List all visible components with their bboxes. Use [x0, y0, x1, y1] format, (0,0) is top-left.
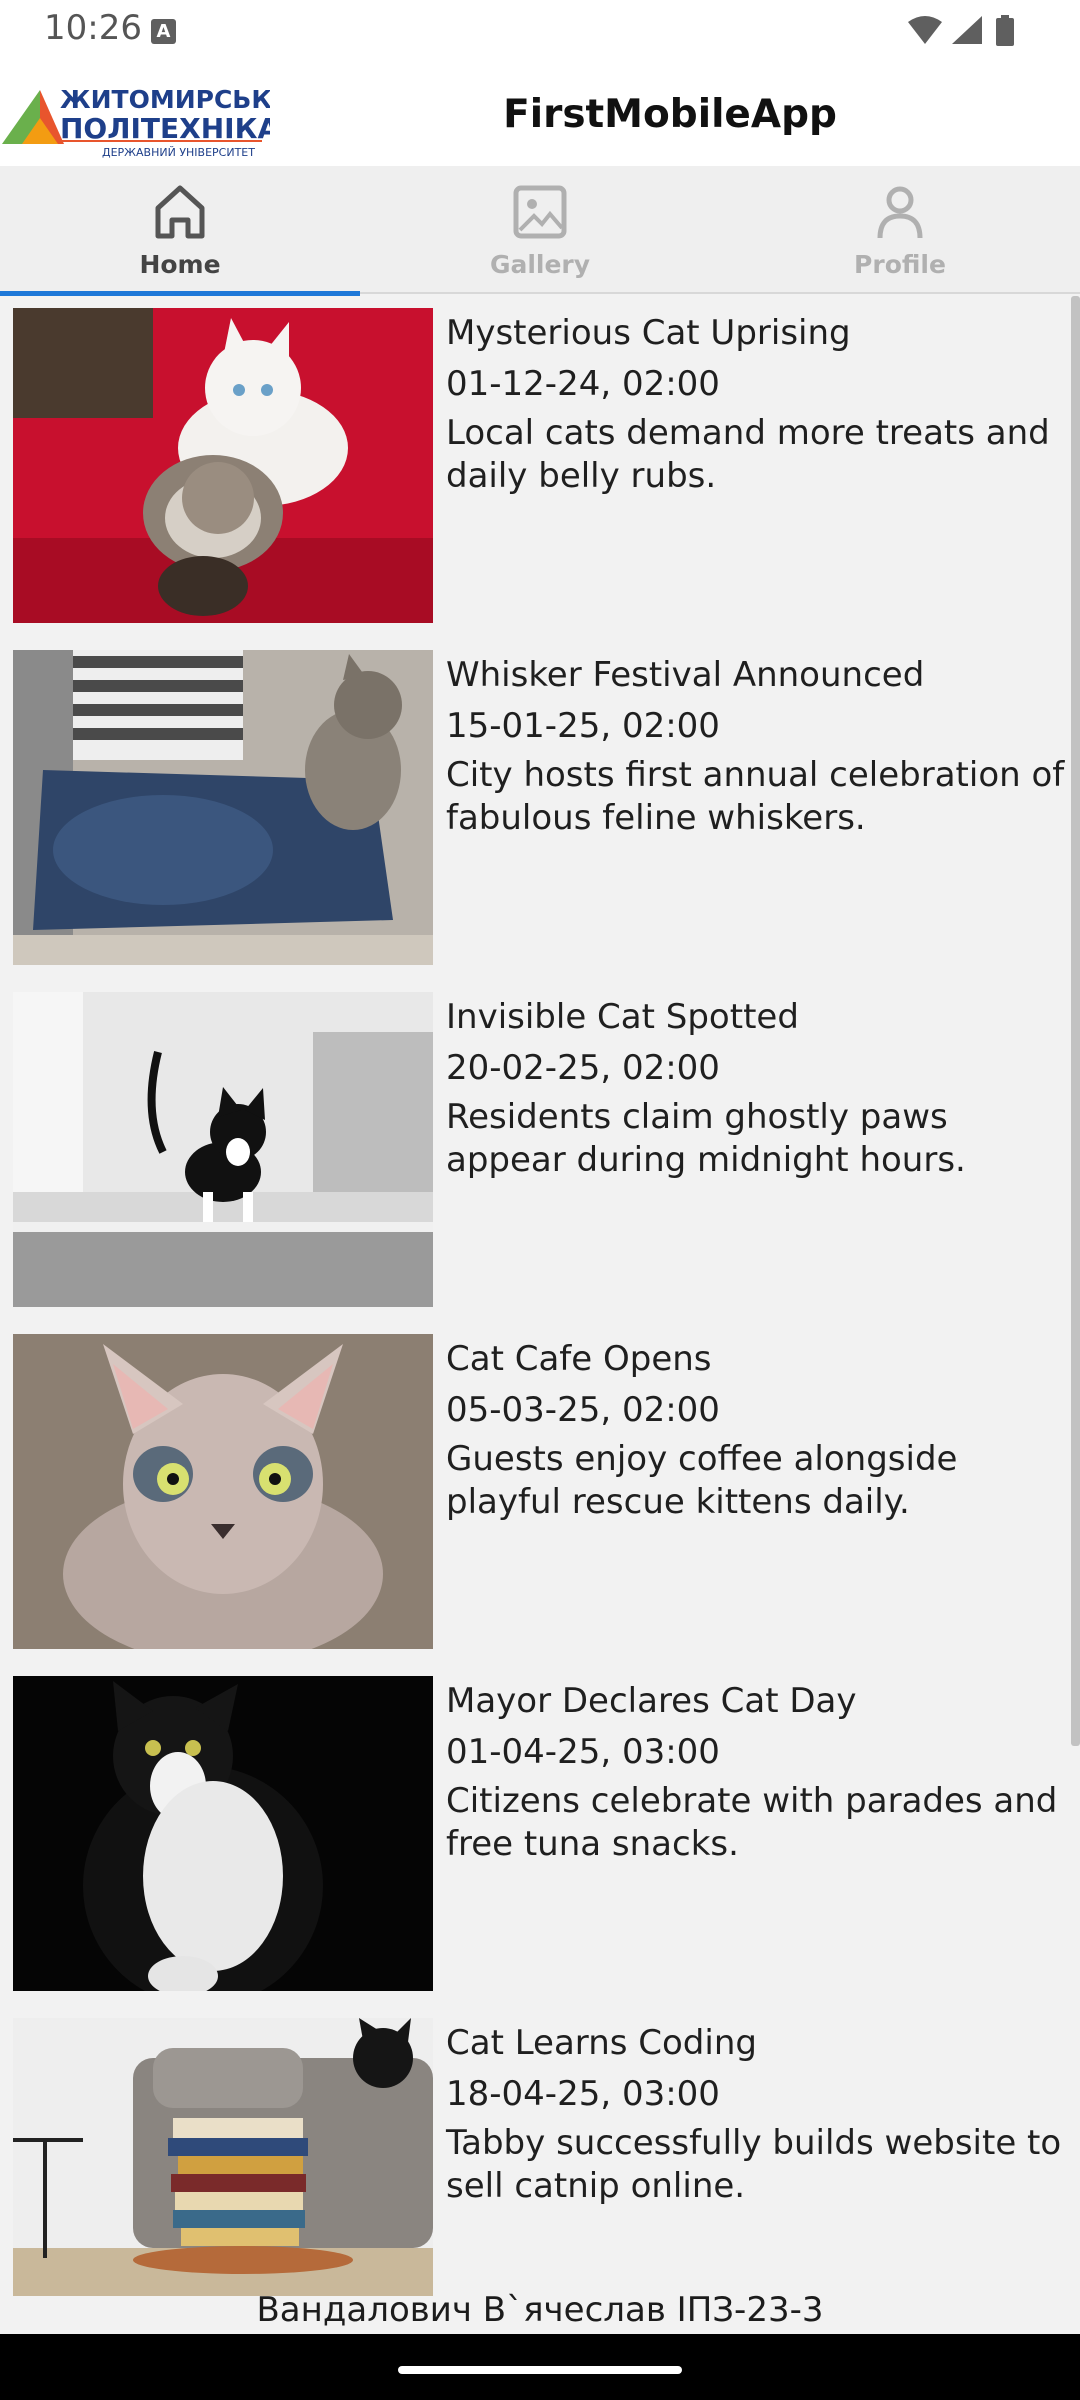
news-title: Mayor Declares Cat Day — [446, 1681, 857, 1721]
news-image — [13, 992, 433, 1307]
wifi-icon — [908, 16, 942, 44]
news-date: 01-04-25, 03:00 — [446, 1732, 720, 1772]
news-item[interactable]: Mysterious Cat Uprising 01-12-24, 02:00 … — [13, 296, 1068, 623]
home-icon — [155, 185, 205, 239]
app-title: FirstMobileApp — [503, 92, 837, 137]
news-date: 05-03-25, 02:00 — [446, 1390, 720, 1430]
news-description: Tabby successfully builds website to sel… — [446, 2123, 1062, 2206]
person-icon — [877, 186, 923, 239]
tab-home-label: Home — [139, 250, 221, 279]
tab-home[interactable]: Home — [0, 166, 360, 296]
image-icon — [513, 185, 567, 239]
news-item[interactable]: Invisible Cat Spotted 20-02-25, 02:00 Re… — [13, 980, 1068, 1307]
system-nav-bar — [0, 2334, 1080, 2400]
news-description: Local cats demand more treats and daily … — [446, 413, 1050, 496]
news-item[interactable]: Cat Cafe Opens 05-03-25, 02:00 Guests en… — [13, 1322, 1068, 1649]
tab-bar: Home Gallery Profile — [0, 166, 1080, 296]
news-title: Mysterious Cat Uprising — [446, 313, 851, 353]
news-title: Cat Learns Coding — [446, 2023, 757, 2063]
news-title: Invisible Cat Spotted — [446, 997, 799, 1037]
home-gesture-handle[interactable] — [398, 2366, 682, 2374]
news-description: Guests enjoy coffee alongside playful re… — [446, 1439, 958, 1522]
status-icons — [908, 15, 1014, 46]
battery-icon — [996, 15, 1014, 46]
news-date: 20-02-25, 02:00 — [446, 1048, 720, 1088]
news-item[interactable]: Whisker Festival Announced 15-01-25, 02:… — [13, 638, 1068, 965]
tab-gallery-label: Gallery — [489, 250, 591, 279]
news-description: City hosts first annual celebration of f… — [446, 755, 1065, 838]
news-date: 01-12-24, 02:00 — [446, 364, 720, 404]
tab-gallery[interactable]: Gallery — [360, 166, 720, 294]
news-description: Residents claim ghostly paws appear duri… — [446, 1097, 966, 1180]
list-scrollbar[interactable] — [1071, 296, 1080, 1746]
tab-profile[interactable]: Profile — [720, 166, 1080, 294]
app-header: ЖИТОМИРСЬКА ПОЛІТЕХНІКА ДЕРЖАВНИЙ УНІВЕР… — [0, 62, 1080, 166]
notification-icon: A — [151, 19, 176, 44]
news-image — [13, 308, 433, 623]
svg-text:ДЕРЖАВНИЙ УНІВЕРСИТЕТ: ДЕРЖАВНИЙ УНІВЕРСИТЕТ — [102, 146, 255, 159]
status-time: 10:26 — [44, 8, 142, 48]
news-title: Cat Cafe Opens — [446, 1339, 712, 1379]
news-image — [13, 2018, 433, 2296]
news-list[interactable]: Mysterious Cat Uprising 01-12-24, 02:00 … — [0, 296, 1068, 2296]
news-title: Whisker Festival Announced — [446, 655, 925, 695]
news-description: Citizens celebrate with parades and free… — [446, 1781, 1058, 1864]
news-image — [13, 1676, 433, 1991]
news-date: 18-04-25, 03:00 — [446, 2074, 720, 2114]
tab-profile-label: Profile — [854, 250, 946, 279]
news-date: 15-01-25, 02:00 — [446, 706, 720, 746]
news-image — [13, 1334, 433, 1649]
signal-icon — [952, 16, 982, 44]
news-item[interactable]: Cat Learns Coding 18-04-25, 03:00 Tabby … — [13, 2006, 1068, 2296]
news-item[interactable]: Mayor Declares Cat Day 01-04-25, 03:00 C… — [13, 1664, 1068, 1991]
author-label: Вандалович В`ячеслав ІПЗ-23-3 — [256, 2290, 824, 2330]
status-bar: 10:26 A — [0, 0, 1080, 62]
news-image — [13, 650, 433, 965]
